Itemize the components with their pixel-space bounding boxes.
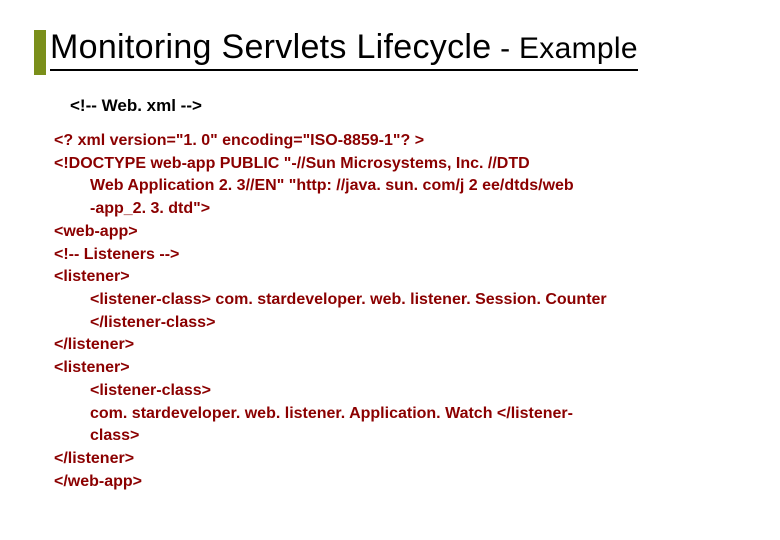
code-line: <listener-class> com. stardeveloper. web…: [54, 289, 744, 312]
code-line: class>: [54, 425, 744, 448]
page-title: Monitoring Servlets Lifecycle - Example: [50, 28, 638, 71]
code-line: </listener-class>: [54, 312, 744, 335]
title-suffix: - Example: [491, 32, 637, 65]
code-line: </web-app>: [54, 471, 744, 494]
code-line: <listener>: [54, 266, 744, 289]
code-line: -app_2. 3. dtd">: [54, 198, 744, 221]
code-line: <web-app>: [54, 221, 744, 244]
accent-bar: [34, 30, 46, 75]
code-line: </listener>: [54, 334, 744, 357]
code-line: com. stardeveloper. web. listener. Appli…: [54, 403, 744, 426]
code-line: <!DOCTYPE web-app PUBLIC "-//Sun Microsy…: [54, 153, 744, 176]
title-main: Monitoring Servlets Lifecycle: [50, 28, 491, 66]
code-block: <? xml version="1. 0" encoding="ISO-8859…: [54, 130, 744, 494]
xml-comment: <!-- Web. xml -->: [70, 96, 202, 116]
code-line: <? xml version="1. 0" encoding="ISO-8859…: [54, 130, 744, 153]
code-line: <!-- Listeners -->: [54, 244, 744, 267]
code-line: <listener-class>: [54, 380, 744, 403]
code-line: Web Application 2. 3//EN" "http: //java.…: [54, 175, 744, 198]
code-line: </listener>: [54, 448, 744, 471]
code-line: <listener>: [54, 357, 744, 380]
